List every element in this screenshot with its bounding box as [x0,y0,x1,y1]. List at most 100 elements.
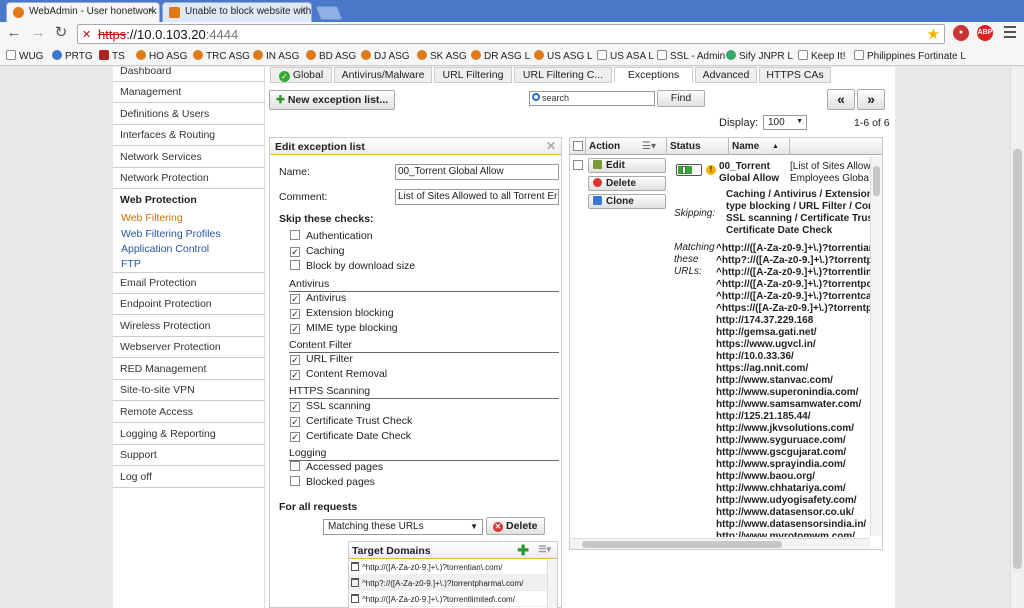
sidebar-subitem-web-filtering-profiles[interactable]: Web Filtering Profiles [121,228,221,240]
search-input[interactable]: search [529,91,655,106]
checkbox-box[interactable]: ✓ [290,294,300,304]
bookmark-star-icon[interactable]: ★ [927,25,940,43]
delete-button[interactable]: Delete [588,176,666,191]
close-tab-icon[interactable]: × [148,5,154,17]
checkbox-url-filter[interactable]: ✓ URL Filter [290,353,353,365]
close-tab-icon[interactable]: × [300,5,306,17]
sidebar-subitem-web-filtering[interactable]: Web Filtering [121,212,183,224]
bookmark-item[interactable]: TS [99,50,125,62]
bookmark-item[interactable]: Philippines Fortinate L [854,50,966,62]
bookmark-item[interactable]: TRC ASG [193,50,250,62]
bookmark-item[interactable]: Sify JNPR L [726,50,793,62]
sidebar-item-log-off[interactable]: Log off [113,467,265,488]
tab-https-cas[interactable]: HTTPS CAs [759,67,831,83]
sidebar-item-wireless-protection[interactable]: Wireless Protection [113,316,265,337]
page-vertical-scrollbar[interactable] [1010,67,1024,608]
new-tab-button[interactable] [315,6,343,20]
checkbox-accessed-pages[interactable]: Accessed pages [290,461,383,473]
browser-tab-webadmin[interactable]: WebAdmin - User honetwork × [6,2,160,22]
trash-icon[interactable] [351,594,359,603]
sidebar-subitem-application-control[interactable]: Application Control [121,243,209,255]
bookmark-item[interactable]: US ASA L [597,50,654,62]
select-all-checkbox[interactable] [573,141,583,151]
status-toggle[interactable] [676,164,702,176]
checkbox-authentication[interactable]: Authentication [290,230,373,242]
edit-button[interactable]: Edit [588,158,666,173]
adblock-plus-icon[interactable]: ABP [977,25,993,41]
checkbox-content-removal[interactable]: ✓ Content Removal [290,368,387,380]
checkbox-certificate-date-check[interactable]: ✓ Certificate Date Check [290,430,411,442]
display-count-select[interactable]: 100 ▼ [763,115,807,130]
sidebar-item-site-to-site-vpn[interactable]: Site-to-site VPN [113,380,265,401]
comment-field[interactable]: List of Sites Allowed to all Torrent Err [395,189,559,205]
bookmark-item[interactable]: BD ASG [306,50,356,62]
checkbox-antivirus[interactable]: ✓ Antivirus [290,292,346,304]
checkbox-box[interactable]: ✓ [290,402,300,412]
bookmark-item[interactable]: HO ASG [136,50,187,62]
bookmark-item[interactable]: WUG [6,50,43,62]
scrollbar-thumb[interactable] [582,541,782,548]
checkbox-ssl-scanning[interactable]: ✓ SSL scanning [290,400,370,412]
browser-tab-forum[interactable]: Unable to block website with × [162,2,312,22]
exception-name[interactable]: 00_Torrent Global Allow [719,161,789,185]
add-domain-icon[interactable]: ✚ [517,542,529,559]
clone-button[interactable]: Clone [588,194,666,209]
checkbox-caching[interactable]: ✓ Caching [290,245,345,257]
extension-record-icon[interactable]: ● [953,25,969,41]
checkbox-box[interactable]: ✓ [290,247,300,257]
scrollbar-thumb[interactable] [1013,149,1022,569]
list-horizontal-scrollbar[interactable] [570,538,870,549]
sidebar-item-remote-access[interactable]: Remote Access [113,402,265,423]
checkbox-box[interactable] [290,260,300,270]
sidebar-item-network-services[interactable]: Network Services [113,147,265,168]
close-icon[interactable]: ✕ [546,139,556,153]
checkbox-box[interactable]: ✓ [290,370,300,380]
bookmark-item[interactable]: PRTG [52,50,93,62]
column-action-header[interactable]: Action [589,141,620,152]
tab-url-filtering-categories[interactable]: URL Filtering C... [514,67,612,83]
name-field[interactable]: 00_Torrent Global Allow [395,164,559,180]
bookmark-item[interactable]: Keep It! [798,50,845,62]
checkbox-block-by-download-size[interactable]: Block by download size [290,260,415,272]
find-button[interactable]: Find [657,90,705,107]
back-arrow-icon[interactable]: ← [6,25,22,41]
sidebar-item-logging-reporting[interactable]: Logging & Reporting [113,424,265,445]
tab-antivirus-malware[interactable]: Antivirus/Malware [334,67,432,83]
sidebar-item-webserver-protection[interactable]: Webserver Protection [113,337,265,358]
bookmark-item[interactable]: DJ ASG [361,50,410,62]
trash-icon[interactable] [351,562,359,571]
next-page-button[interactable]: » [857,89,885,110]
tab-advanced[interactable]: Advanced [695,67,757,83]
delete-condition-button[interactable]: ✕ Delete [486,517,545,535]
bookmark-item[interactable]: US ASG L [534,50,593,62]
trash-icon[interactable] [351,578,359,587]
previous-page-button[interactable]: « [827,89,855,110]
target-domain-row[interactable]: ^http?://([A-Za-z0-9.]+\.)?torrentpharma… [349,575,557,591]
address-bar[interactable]: ✕ https://10.0.103.20:4444 ★ [77,24,945,44]
checkbox-mime-type-blocking[interactable]: ✓ MIME type blocking [290,322,398,334]
checkbox-box[interactable] [290,230,300,240]
sidebar-item-network-protection[interactable]: Network Protection [113,168,265,189]
sidebar-item-endpoint-protection[interactable]: Endpoint Protection [113,294,265,315]
sidebar-item-support[interactable]: Support [113,445,265,466]
tab-url-filtering[interactable]: URL Filtering [434,67,512,83]
checkbox-box[interactable]: ✓ [290,417,300,427]
scrollbar-thumb[interactable] [873,166,880,196]
sidebar-item-dashboard[interactable]: Dashboard [113,67,265,82]
sidebar-item-interfaces[interactable]: Interfaces & Routing [113,125,265,146]
target-domains-scrollbar[interactable] [547,560,557,608]
bookmark-item[interactable]: DR ASG L [471,50,530,62]
tab-exceptions[interactable]: Exceptions [614,67,693,83]
checkbox-box[interactable]: ✓ [290,355,300,365]
bookmark-item[interactable]: IN ASG [253,50,299,62]
forward-arrow-icon[interactable]: → [30,25,46,41]
checkbox-box[interactable]: ✓ [290,309,300,319]
row-select-checkbox[interactable] [573,160,583,170]
sidebar-item-definitions[interactable]: Definitions & Users [113,104,265,125]
browser-menu-icon[interactable] [1004,26,1016,40]
checkbox-box[interactable] [290,461,300,471]
sidebar-item-email-protection[interactable]: Email Protection [113,273,265,294]
reload-icon[interactable]: ↻ [53,25,69,41]
checkbox-box[interactable] [290,476,300,486]
checkbox-box[interactable]: ✓ [290,324,300,334]
